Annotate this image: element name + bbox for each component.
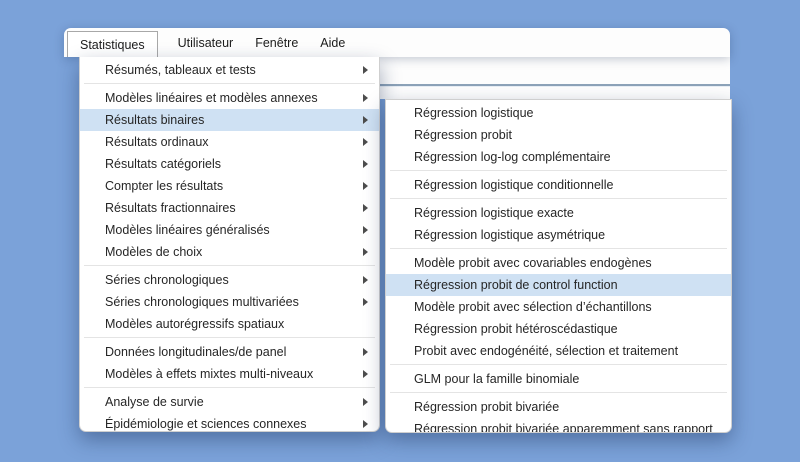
menu-item-label: Séries chronologiques multivariées [105,295,299,309]
menu-item-label: Résultats binaires [105,113,204,127]
menu-item-label: Régression probit [414,128,512,142]
menu-item-modeles-a-effets-mixtes-multi-niveaux[interactable]: Modèles à effets mixtes multi-niveaux [80,363,379,385]
menu-item-compter-les-resultats[interactable]: Compter les résultats [80,175,379,197]
menu-item-modele-probit-avec-selection-d-echantillons[interactable]: Modèle probit avec sélection d’échantill… [386,296,731,318]
submenu-arrow-icon [363,66,368,74]
menu-item-resumes-tableaux-et-tests[interactable]: Résumés, tableaux et tests [80,59,379,81]
menu-item-label: Régression probit bivariée apparemment s… [414,422,713,433]
menu-item-label: Régression probit de control function [414,278,618,292]
menu-item-label: Modèles linéaires généralisés [105,223,270,237]
submenu-arrow-icon [363,160,368,168]
menu-item-resultats-binaires[interactable]: Résultats binaires [80,109,379,131]
submenu-arrow-icon [363,348,368,356]
menu-item-label: Régression probit hétéroscédastique [414,322,618,336]
menu-item-label: Résultats catégoriels [105,157,221,171]
submenu-arrow-icon [363,94,368,102]
menu-item-regression-probit-de-control-function[interactable]: Régression probit de control function [386,274,731,296]
submenu-arrow-icon [363,276,368,284]
menu-item-analyse-de-survie[interactable]: Analyse de survie [80,391,379,413]
menu-item-label: Modèle probit avec sélection d’échantill… [414,300,652,314]
menu-item-regression-logistique-exacte[interactable]: Régression logistique exacte [386,202,731,224]
menu-item-label: Données longitudinales/de panel [105,345,286,359]
menu-item-label: Séries chronologiques [105,273,229,287]
menu-item-label: Régression logistique conditionnelle [414,178,613,192]
menu-item-label: Analyse de survie [105,395,204,409]
menu-item-label: Modèles autorégressifs spatiaux [105,317,284,331]
menu-item-label: Régression logistique exacte [414,206,574,220]
menu-item-modeles-autoregressifs-spatiaux[interactable]: Modèles autorégressifs spatiaux [80,313,379,335]
binary-outcomes-submenu: Régression logistique Régression probit Ré… [385,99,732,433]
menu-item-modele-probit-avec-covariables-endogenes[interactable]: Modèle probit avec covariables endogènes [386,252,731,274]
menu-item-modeles-de-choix[interactable]: Modèles de choix [80,241,379,263]
menu-item-regression-logistique-asymetrique[interactable]: Régression logistique asymétrique [386,224,731,246]
submenu-arrow-icon [363,298,368,306]
menu-separator [390,392,727,393]
menu-item-label: Régression probit bivariée [414,400,559,414]
menu-item-regression-probit-bivariee-apparemment-sans-rapport[interactable]: Régression probit bivariée apparemment s… [386,418,731,433]
menu-item-label: Résultats ordinaux [105,135,209,149]
submenu-arrow-icon [363,420,368,428]
menu-separator [84,337,375,338]
menubar: Statistiques UtilisateurFenêtreAide [64,28,730,57]
menu-item-label: GLM pour la famille binomiale [414,372,579,386]
menu-item-series-chronologiques-multivariees[interactable]: Séries chronologiques multivariées [80,291,379,313]
menu-item-label: Modèles linéaires et modèles annexes [105,91,318,105]
menubar-item-utilisateur[interactable]: Utilisateur [167,28,245,57]
menu-item-label: Résultats fractionnaires [105,201,236,215]
menu-item-regression-log-log-complementaire[interactable]: Régression log-log complémentaire [386,146,731,168]
menu-item-epidemiologie-et-sciences-connexes[interactable]: Épidémiologie et sciences connexes [80,413,379,432]
menu-item-resultats-fractionnaires[interactable]: Résultats fractionnaires [80,197,379,219]
desktop-background: Statistiques UtilisateurFenêtreAide Résum… [0,0,800,462]
menu-separator [390,198,727,199]
menu-item-resultats-ordinaux[interactable]: Résultats ordinaux [80,131,379,153]
menu-item-label: Modèles à effets mixtes multi-niveaux [105,367,313,381]
menu-separator [390,248,727,249]
menu-item-probit-avec-endogeneite-selection-et-traitement[interactable]: Probit avec endogénéité, sélection et tr… [386,340,731,362]
menu-item-label: Probit avec endogénéité, sélection et tr… [414,344,678,358]
menu-item-regression-logistique[interactable]: Régression logistique [386,102,731,124]
menu-item-label: Résumés, tableaux et tests [105,63,256,77]
menu-separator [390,170,727,171]
menu-item-label: Régression log-log complémentaire [414,150,611,164]
menu-item-label: Modèle probit avec covariables endogènes [414,256,652,270]
submenu-arrow-icon [363,226,368,234]
menu-item-label: Régression logistique asymétrique [414,228,605,242]
menu-item-regression-probit[interactable]: Régression probit [386,124,731,146]
menu-item-label: Régression logistique [414,106,534,120]
menu-item-label: Modèles de choix [105,245,202,259]
submenu-arrow-icon [363,182,368,190]
menubar-item-aide[interactable]: Aide [309,28,356,57]
menubar-item-statistiques[interactable]: Statistiques [67,31,158,57]
submenu-arrow-icon [363,138,368,146]
menu-item-regression-probit-heteroscedastique[interactable]: Régression probit hétéroscédastique [386,318,731,340]
menu-separator [84,83,375,84]
submenu-arrow-icon [363,370,368,378]
menu-item-resultats-categoriels[interactable]: Résultats catégoriels [80,153,379,175]
submenu-arrow-icon [363,248,368,256]
submenu-arrow-icon [363,398,368,406]
menu-separator [84,265,375,266]
menubar-item-fenetre[interactable]: Fenêtre [244,28,309,57]
statistics-dropdown-menu: Résumés, tableaux et tests Modèles linéai… [79,57,380,432]
menu-item-donnees-longitudinales-de-panel[interactable]: Données longitudinales/de panel [80,341,379,363]
menu-separator [390,364,727,365]
menu-item-label: Épidémiologie et sciences connexes [105,417,307,431]
menu-item-series-chronologiques[interactable]: Séries chronologiques [80,269,379,291]
menu-separator [84,387,375,388]
menu-item-regression-logistique-conditionnelle[interactable]: Régression logistique conditionnelle [386,174,731,196]
menu-item-modeles-lineaires-et-modeles-annexes[interactable]: Modèles linéaires et modèles annexes [80,87,379,109]
submenu-arrow-icon [363,204,368,212]
submenu-arrow-icon [363,116,368,124]
menu-item-label: Compter les résultats [105,179,223,193]
menu-item-glm-pour-la-famille-binomiale[interactable]: GLM pour la famille binomiale [386,368,731,390]
menu-item-modeles-lineaires-generalises[interactable]: Modèles linéaires généralisés [80,219,379,241]
menu-item-regression-probit-bivariee[interactable]: Régression probit bivariée [386,396,731,418]
